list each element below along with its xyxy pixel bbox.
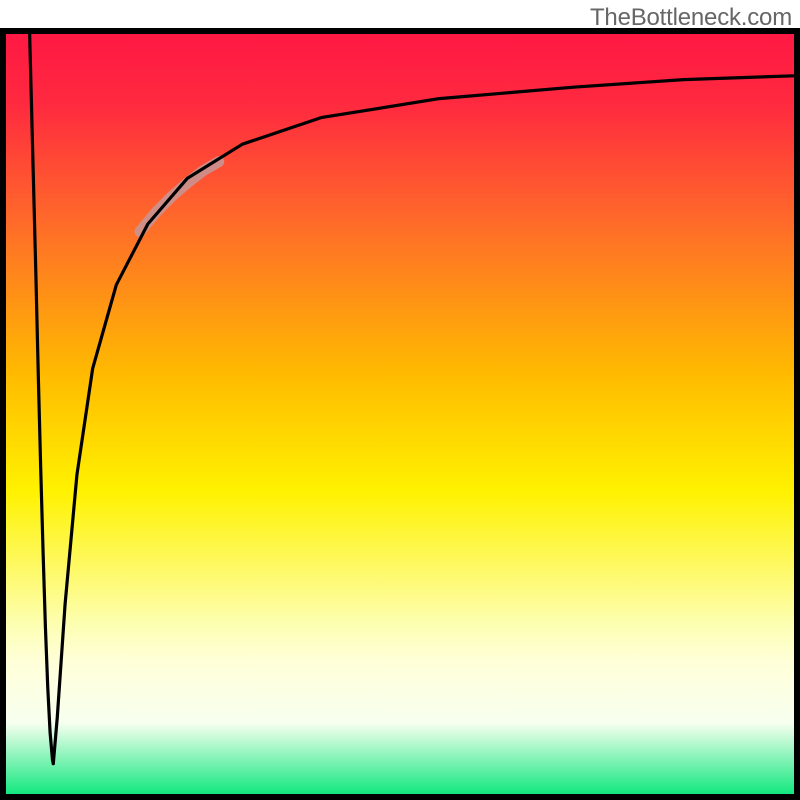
gradient-background bbox=[0, 28, 800, 800]
chart-canvas bbox=[0, 0, 800, 800]
watermark-text: TheBottleneck.com bbox=[590, 4, 792, 32]
